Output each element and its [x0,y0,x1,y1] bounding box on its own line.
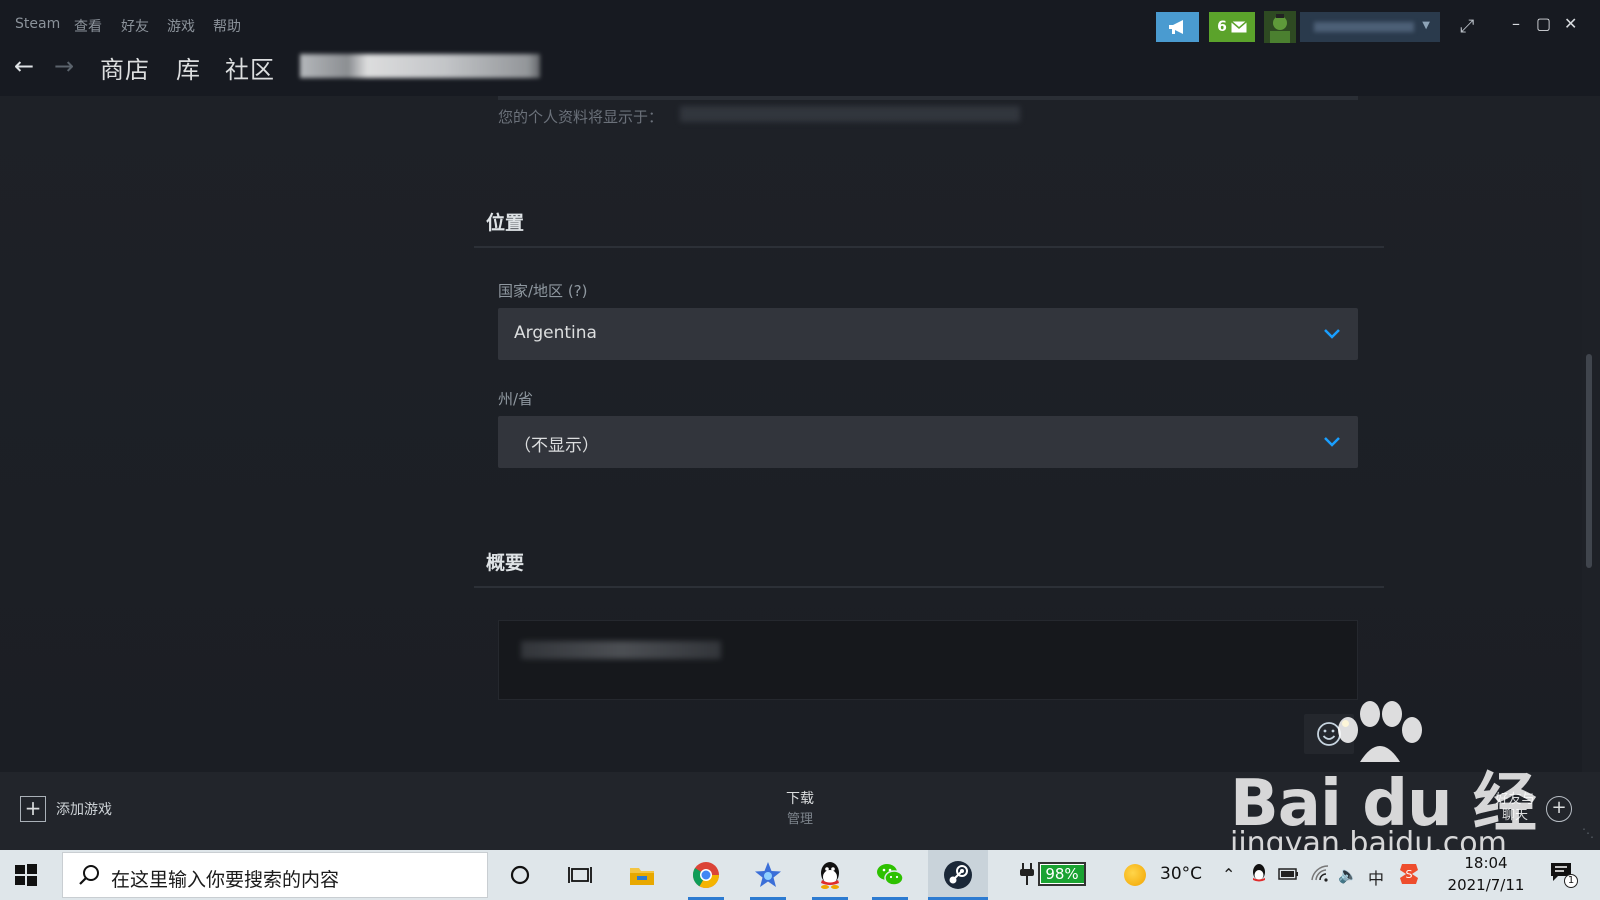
edit-profile-content: 您的个人资料将显示于： 位置 国家/地区 (?) Argentina 州/省 （… [0,96,1600,772]
downloads-label: 下载 [786,791,814,807]
taskbar-search-box[interactable]: 在这里输入你要搜索的内容 [62,852,488,898]
state-dropdown[interactable]: （不显示） [498,416,1358,468]
steam-bottom-bar: + 添加游戏 下载 管理 好友与 聊天 + ⋱ [0,772,1600,850]
sun-weather-icon[interactable] [1124,864,1146,886]
battery-tray-icon[interactable] [1278,866,1300,882]
chevron-down-icon [1324,437,1340,447]
content-scrollbar[interactable] [1582,96,1600,772]
notification-count-badge: 1 [1564,874,1578,888]
resize-grip-icon[interactable]: ⋱ [1582,826,1594,840]
caret-down-icon: ▼ [1422,20,1430,31]
volume-icon[interactable]: 🔈 [1338,865,1358,884]
country-value: Argentina [514,323,597,343]
search-placeholder: 在这里输入你要搜索的内容 [111,869,340,891]
sogou-ime-icon[interactable]: S [1398,862,1420,886]
friends-chat-line1: 好友与 [1495,792,1535,807]
clock-time[interactable]: 18:04 [1446,854,1526,872]
menu-friends[interactable]: 好友 [121,16,149,36]
windows-start-icon[interactable] [14,863,38,887]
country-label: 国家/地区 (?) [498,282,588,300]
announcements-button[interactable] [1156,12,1199,42]
envelope-icon [1230,21,1247,33]
maximize-icon[interactable]: ▢ [1536,14,1551,33]
file-explorer-icon[interactable] [626,859,658,891]
battery-percent: 98% [1045,865,1079,883]
friends-chat-button[interactable]: 好友与 聊天 [1490,792,1540,824]
menu-games[interactable]: 游戏 [167,16,195,36]
ime-indicator[interactable]: 中 [1368,865,1384,889]
account-name-blurred [1314,22,1414,32]
summary-divider [474,586,1384,588]
chevron-down-icon [1324,329,1340,339]
steam-taskbar-icon[interactable] [928,850,988,900]
minimize-icon[interactable]: – [1512,14,1520,33]
notifications-button[interactable]: 6 [1209,12,1255,42]
add-friend-plus-icon[interactable]: + [1546,796,1572,822]
chrome-icon[interactable] [690,859,722,891]
show-hidden-icons-chevron-icon[interactable]: ⌃ [1222,865,1235,884]
task-view-icon[interactable] [564,859,596,891]
summary-section-title: 概要 [486,552,525,574]
state-label: 州/省 [498,390,534,408]
notifications-count: 6 [1217,19,1227,35]
steam-titlebar: Steam 查看 好友 游戏 帮助 ← → 商店 库 社区 6 ▼ ⤢ – ▢ … [0,0,1600,96]
star-app-icon[interactable] [752,859,784,891]
cortana-icon[interactable] [504,859,536,891]
tab-community[interactable]: 社区 [225,50,275,85]
action-center-button[interactable]: 1 [1550,862,1578,888]
user-avatar[interactable] [1264,11,1296,43]
downloads-sublabel: 管理 [786,812,813,827]
power-plug-icon [1020,863,1034,885]
wechat-icon[interactable] [874,859,906,891]
account-dropdown[interactable]: ▼ [1300,12,1440,42]
qq-tray-icon[interactable] [1250,863,1268,885]
close-icon[interactable]: ✕ [1564,14,1577,33]
search-icon [79,865,99,885]
plus-icon: + [20,796,46,822]
profile-url-label: 您的个人资料将显示于： [498,108,664,126]
new-indicator-dot [1342,720,1349,727]
forward-arrow-icon[interactable]: → [54,52,74,80]
windows-taskbar: 在这里输入你要搜索的内容 98% 30°C ⌃ 🔈 中 S 18:04 2021… [0,850,1600,900]
avatar-image-icon [1264,11,1296,43]
weather-temperature[interactable]: 30°C [1160,864,1202,884]
emoticon-button[interactable] [1304,714,1354,754]
battery-body: 98% [1038,862,1086,886]
svg-text:S: S [1406,868,1413,881]
qq-icon[interactable] [814,859,846,891]
profile-url-blurred [680,106,1020,122]
downloads-button[interactable]: 下载 管理 [760,788,840,827]
clock-date[interactable]: 2021/7/11 [1440,876,1532,894]
country-dropdown[interactable]: Argentina [498,308,1358,360]
username-tab-blurred[interactable] [300,54,540,78]
add-game-label: 添加游戏 [56,802,112,818]
summary-text-blurred [521,641,721,659]
menu-steam[interactable]: Steam [15,16,60,32]
friends-chat-line2: 聊天 [1501,808,1528,823]
location-divider [474,246,1384,248]
tab-library[interactable]: 库 [176,50,201,85]
wifi-icon[interactable] [1310,864,1330,882]
megaphone-icon [1168,20,1183,34]
big-picture-icon[interactable]: ⤢ [1460,16,1474,37]
tab-store[interactable]: 商店 [100,50,150,85]
scrollbar-thumb[interactable] [1586,354,1592,568]
previous-input-edge [498,96,1358,100]
summary-textarea[interactable] [498,620,1358,700]
state-value: （不显示） [514,436,599,456]
add-game-button[interactable]: + 添加游戏 [20,796,112,822]
menu-view[interactable]: 查看 [74,16,102,36]
back-arrow-icon[interactable]: ← [14,52,34,80]
menu-help[interactable]: 帮助 [213,16,241,36]
location-section-title: 位置 [486,212,525,234]
